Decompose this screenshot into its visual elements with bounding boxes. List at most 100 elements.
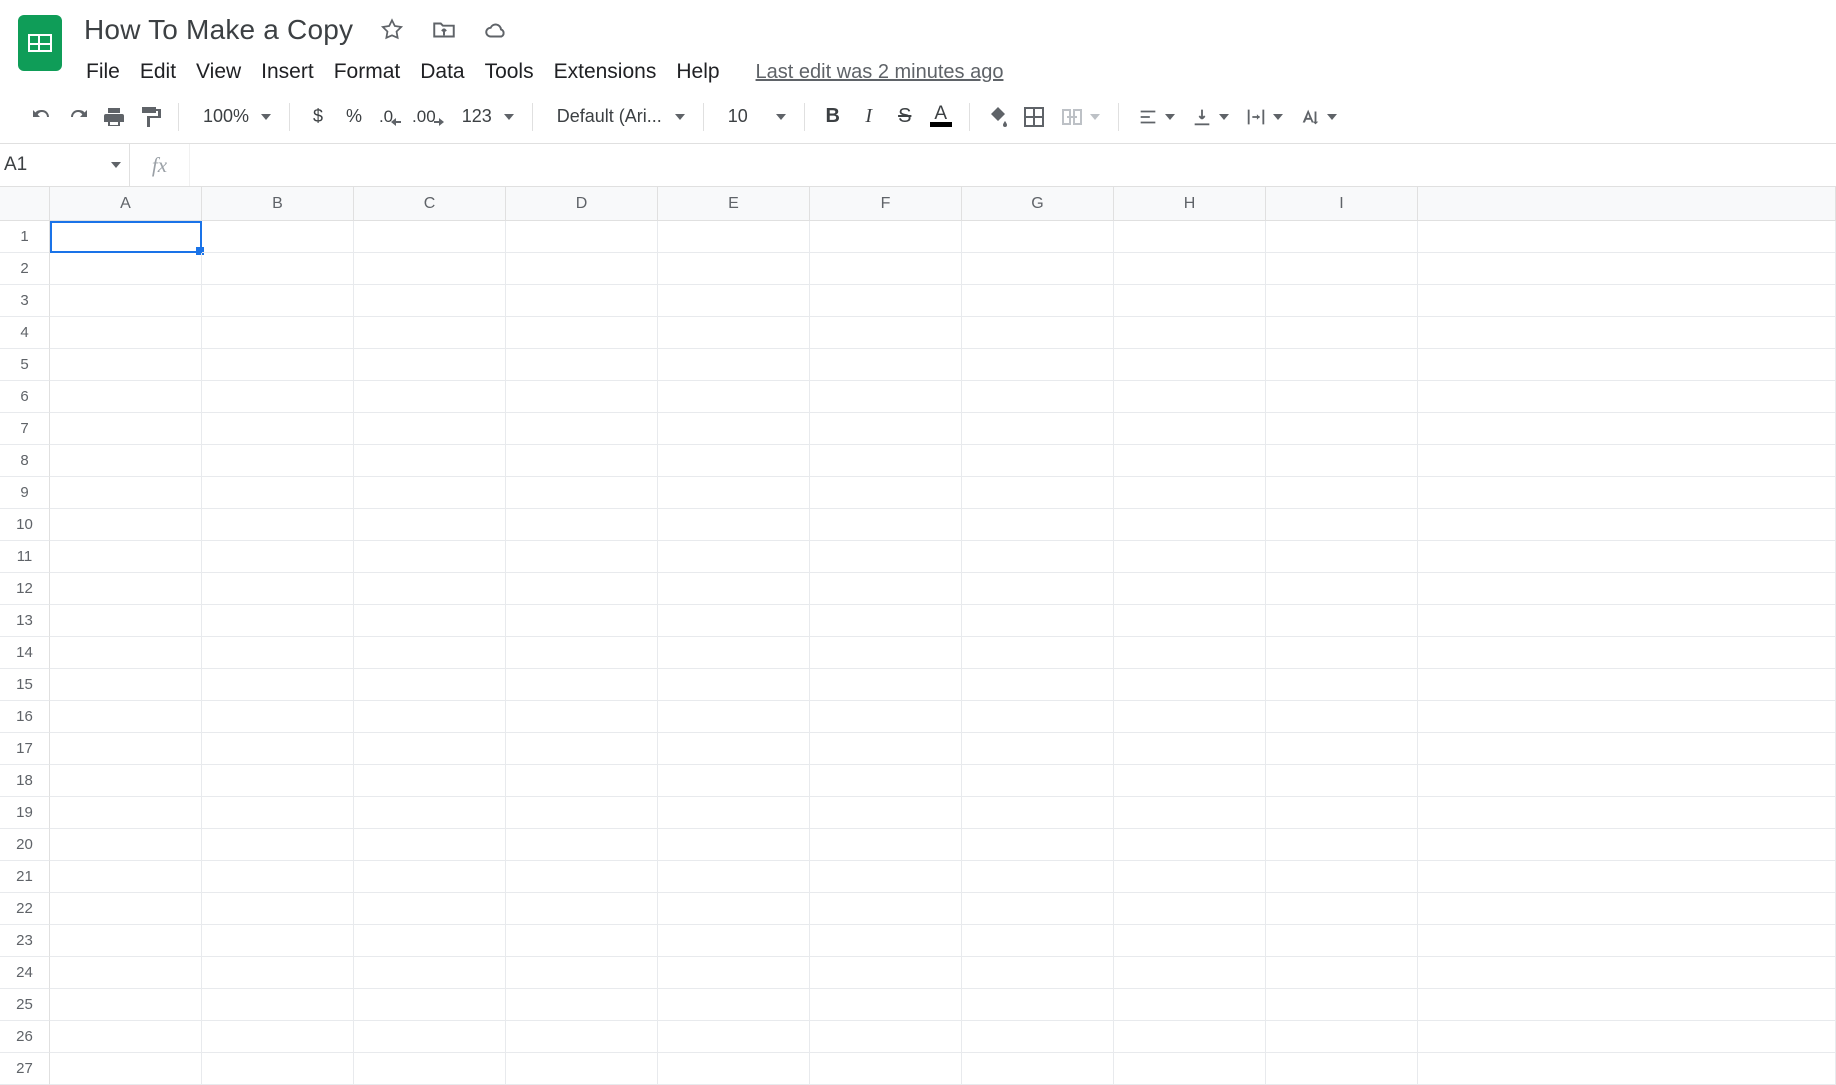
cell-I12[interactable] — [1266, 573, 1418, 605]
cell-F6[interactable] — [810, 381, 962, 413]
cell-A11[interactable] — [50, 541, 202, 573]
cell-A21[interactable] — [50, 861, 202, 893]
number-format-dropdown[interactable]: 123 — [448, 106, 522, 127]
cell-I1[interactable] — [1266, 221, 1418, 253]
cell-E19[interactable] — [658, 797, 810, 829]
cell-D26[interactable] — [506, 1021, 658, 1053]
cell-C12[interactable] — [354, 573, 506, 605]
cell-B11[interactable] — [202, 541, 354, 573]
cell-B16[interactable] — [202, 701, 354, 733]
menu-insert[interactable]: Insert — [251, 54, 324, 90]
cell-D25[interactable] — [506, 989, 658, 1021]
cell-D5[interactable] — [506, 349, 658, 381]
cell-G6[interactable] — [962, 381, 1114, 413]
column-header-E[interactable]: E — [658, 187, 810, 221]
cell-G7[interactable] — [962, 413, 1114, 445]
cell-E25[interactable] — [658, 989, 810, 1021]
cell-E24[interactable] — [658, 957, 810, 989]
row-header-5[interactable]: 5 — [0, 349, 50, 381]
cell-I11[interactable] — [1266, 541, 1418, 573]
cell-A22[interactable] — [50, 893, 202, 925]
cell-B10[interactable] — [202, 509, 354, 541]
format-percent-button[interactable]: % — [336, 99, 372, 135]
cell-F17[interactable] — [810, 733, 962, 765]
cell-E17[interactable] — [658, 733, 810, 765]
cell-B18[interactable] — [202, 765, 354, 797]
cell-G21[interactable] — [962, 861, 1114, 893]
cell-F7[interactable] — [810, 413, 962, 445]
cell-F1[interactable] — [810, 221, 962, 253]
cell-D19[interactable] — [506, 797, 658, 829]
cell-A13[interactable] — [50, 605, 202, 637]
cell-B24[interactable] — [202, 957, 354, 989]
cell-B8[interactable] — [202, 445, 354, 477]
row-header-25[interactable]: 25 — [0, 989, 50, 1021]
cell-D20[interactable] — [506, 829, 658, 861]
cell-I13[interactable] — [1266, 605, 1418, 637]
paint-format-icon[interactable] — [132, 99, 168, 135]
cell-C19[interactable] — [354, 797, 506, 829]
cell-E2[interactable] — [658, 253, 810, 285]
cell-G12[interactable] — [962, 573, 1114, 605]
cell-E15[interactable] — [658, 669, 810, 701]
cell-F25[interactable] — [810, 989, 962, 1021]
cell-A1[interactable] — [50, 221, 202, 253]
cell-D11[interactable] — [506, 541, 658, 573]
cell-F11[interactable] — [810, 541, 962, 573]
italic-button[interactable]: I — [851, 99, 887, 135]
cell-I19[interactable] — [1266, 797, 1418, 829]
cell-B9[interactable] — [202, 477, 354, 509]
merge-cells-dropdown[interactable] — [1052, 105, 1108, 129]
cell-E12[interactable] — [658, 573, 810, 605]
cell-F10[interactable] — [810, 509, 962, 541]
cell-B26[interactable] — [202, 1021, 354, 1053]
cell-C8[interactable] — [354, 445, 506, 477]
cell-F21[interactable] — [810, 861, 962, 893]
cell-E23[interactable] — [658, 925, 810, 957]
column-header-F[interactable]: F — [810, 187, 962, 221]
cell-H2[interactable] — [1114, 253, 1266, 285]
column-header-A[interactable]: A — [50, 187, 202, 221]
cell-I2[interactable] — [1266, 253, 1418, 285]
cell-G27[interactable] — [962, 1053, 1114, 1085]
cell-C22[interactable] — [354, 893, 506, 925]
row-header-12[interactable]: 12 — [0, 573, 50, 605]
cell-H8[interactable] — [1114, 445, 1266, 477]
cell-H3[interactable] — [1114, 285, 1266, 317]
cell-A5[interactable] — [50, 349, 202, 381]
cell-F22[interactable] — [810, 893, 962, 925]
row-header-14[interactable]: 14 — [0, 637, 50, 669]
cell-F20[interactable] — [810, 829, 962, 861]
horizontal-align-dropdown[interactable] — [1129, 106, 1183, 128]
cell-G4[interactable] — [962, 317, 1114, 349]
cell-G22[interactable] — [962, 893, 1114, 925]
cell-I17[interactable] — [1266, 733, 1418, 765]
cell-A10[interactable] — [50, 509, 202, 541]
cell-E7[interactable] — [658, 413, 810, 445]
cell-D15[interactable] — [506, 669, 658, 701]
row-header-8[interactable]: 8 — [0, 445, 50, 477]
cell-I10[interactable] — [1266, 509, 1418, 541]
text-rotation-dropdown[interactable] — [1291, 106, 1345, 128]
row-header-24[interactable]: 24 — [0, 957, 50, 989]
cell-A16[interactable] — [50, 701, 202, 733]
cell-B22[interactable] — [202, 893, 354, 925]
cell-D18[interactable] — [506, 765, 658, 797]
row-header-15[interactable]: 15 — [0, 669, 50, 701]
cell-I21[interactable] — [1266, 861, 1418, 893]
cell-D1[interactable] — [506, 221, 658, 253]
cell-H17[interactable] — [1114, 733, 1266, 765]
cell-G17[interactable] — [962, 733, 1114, 765]
row-header-19[interactable]: 19 — [0, 797, 50, 829]
row-header-11[interactable]: 11 — [0, 541, 50, 573]
cell-I18[interactable] — [1266, 765, 1418, 797]
cell-C17[interactable] — [354, 733, 506, 765]
font-dropdown[interactable]: Default (Ari... — [543, 106, 693, 127]
cell-F27[interactable] — [810, 1053, 962, 1085]
cell-A4[interactable] — [50, 317, 202, 349]
cell-I4[interactable] — [1266, 317, 1418, 349]
cell-I3[interactable] — [1266, 285, 1418, 317]
cell-F2[interactable] — [810, 253, 962, 285]
cell-I16[interactable] — [1266, 701, 1418, 733]
select-all-corner[interactable] — [0, 187, 50, 221]
